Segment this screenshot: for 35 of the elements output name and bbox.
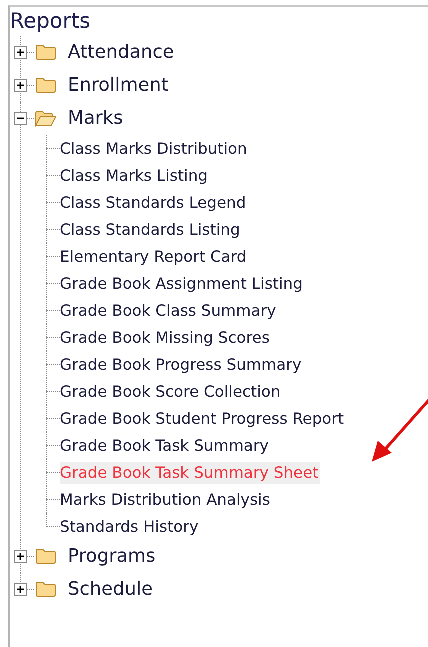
plus-icon [16,552,25,561]
report-link[interactable]: Standards History [60,516,200,538]
report-link[interactable]: Class Standards Legend [60,192,248,214]
folder-label[interactable]: Enrollment [68,75,169,96]
folder-icon [35,548,57,565]
plus-icon [16,585,25,594]
expand-toggle[interactable] [14,46,27,59]
report-link[interactable]: Grade Book Class Summary [60,300,278,322]
plus-icon [16,48,25,57]
report-link[interactable]: Class Marks Distribution [60,138,248,160]
report-link[interactable]: Class Standards Listing [60,218,242,240]
report-link[interactable]: Class Marks Listing [60,164,209,186]
report-link[interactable]: Marks Distribution Analysis [60,488,272,510]
expand-toggle[interactable] [14,79,27,92]
expand-toggle[interactable] [14,550,27,563]
report-link[interactable]: Grade Book Task Summary Sheet [60,462,320,484]
report-link[interactable]: Elementary Report Card [60,246,248,268]
folder-label[interactable]: Schedule [68,579,154,600]
report-link[interactable]: Grade Book Assignment Listing [60,272,304,294]
folder-icon [35,77,57,94]
panel-title: Reports [10,8,92,35]
folder-label[interactable]: Programs [68,546,156,567]
report-link[interactable]: Grade Book Score Collection [60,380,282,402]
report-link[interactable]: Grade Book Missing Scores [60,326,271,348]
expand-toggle[interactable] [14,583,27,596]
collapse-toggle[interactable] [14,112,27,125]
report-link[interactable]: Grade Book Progress Summary [60,354,303,376]
folder-icon [35,581,57,598]
open-folder-icon [35,110,57,127]
report-link[interactable]: Grade Book Student Progress Report [60,408,346,430]
folder-label[interactable]: Attendance [68,42,174,63]
folder-icon [35,44,57,61]
folder-label[interactable]: Marks [68,108,124,129]
report-link[interactable]: Grade Book Task Summary [60,434,270,456]
plus-icon [16,81,25,90]
